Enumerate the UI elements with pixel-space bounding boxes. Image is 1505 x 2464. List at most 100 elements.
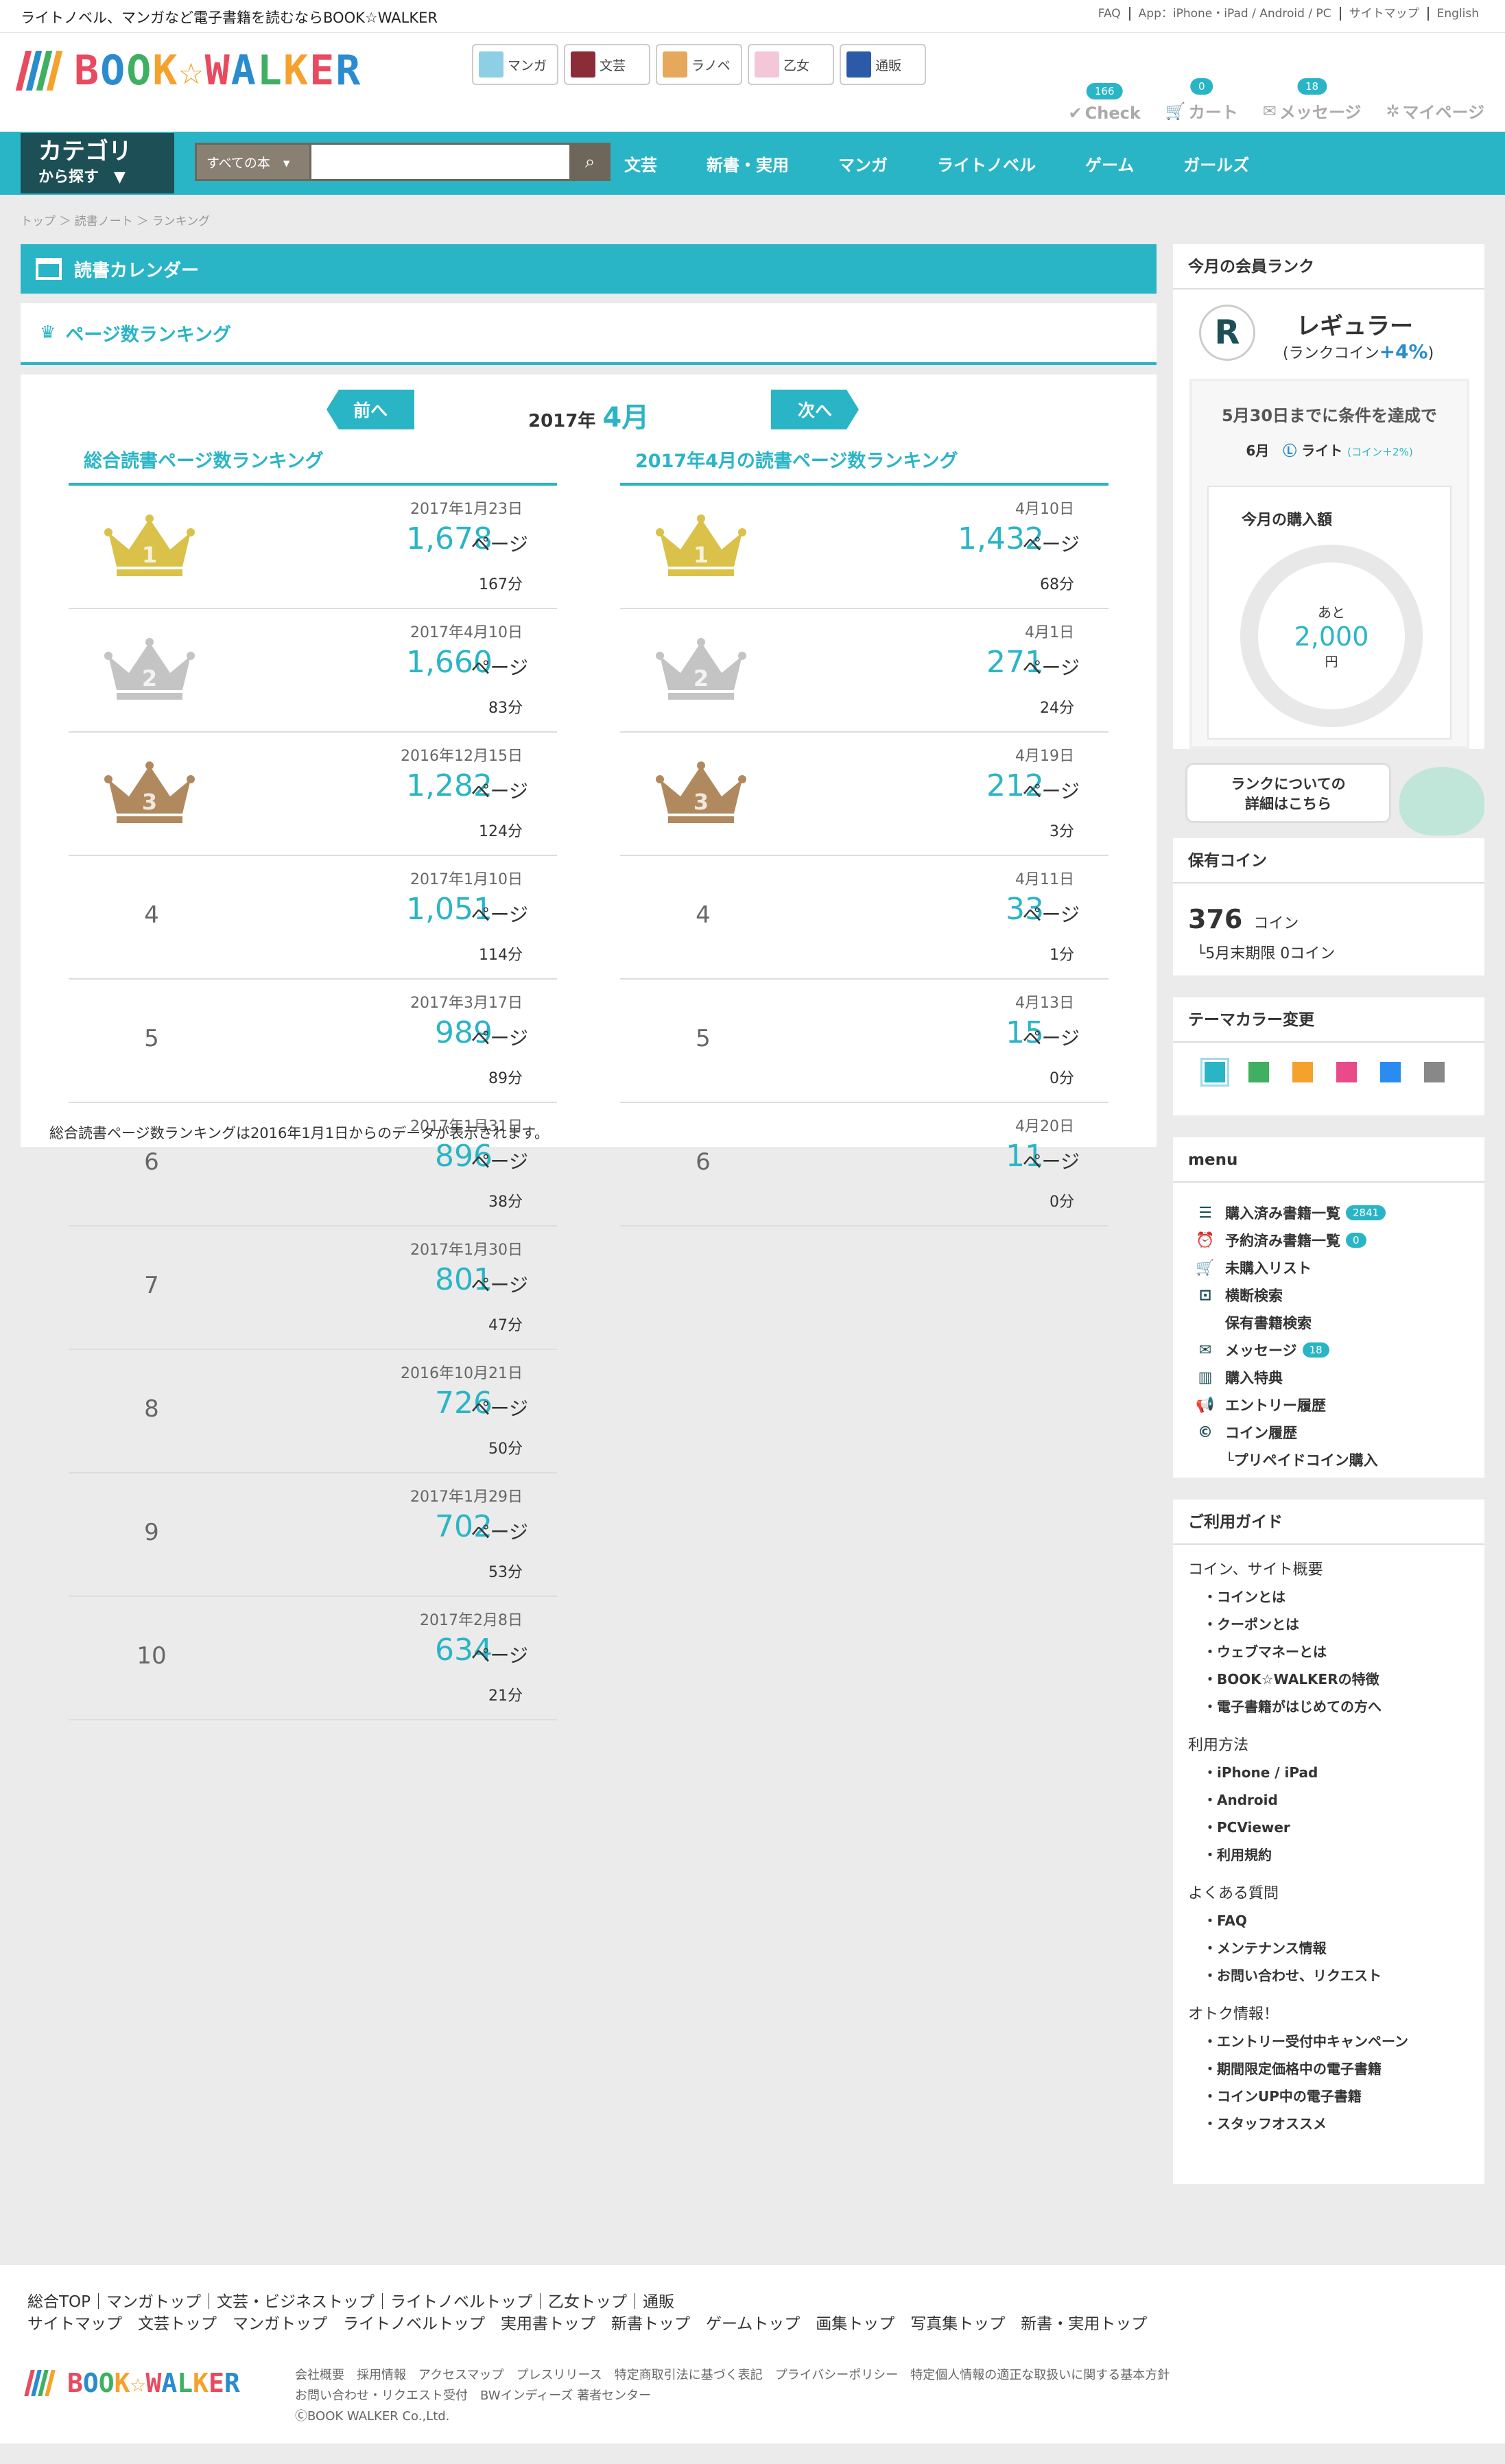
guide-section-heading: コイン、サイト概要: [1188, 1561, 1323, 1578]
nav-item-lightnovel[interactable]: ライトノベル: [937, 152, 1036, 176]
cart-icon: 🛒: [1165, 101, 1186, 121]
nav-item-bungei[interactable]: 文芸: [624, 152, 657, 176]
category-search-button[interactable]: カテゴリ から探す ▼: [21, 133, 174, 193]
menu-item[interactable]: 📢 エントリー履歴: [1173, 1391, 1484, 1419]
sitemap-link[interactable]: サイトマップ: [1339, 7, 1427, 21]
rank-number: 4: [696, 901, 711, 929]
bungei-book-icon: [571, 51, 595, 78]
next-month-button[interactable]: 次へ: [771, 390, 859, 429]
ranking-minutes: 83分: [488, 700, 523, 717]
crown-icon: ♛: [40, 322, 56, 343]
english-link[interactable]: English: [1427, 7, 1487, 21]
page-unit: ページ: [1022, 1150, 1080, 1173]
menu-item-label: 未購入リスト: [1225, 1260, 1312, 1277]
header: BOOK☆WALKER マンガ 文芸 ラノベ 乙女 通販 166 ✔ Check 0…: [0, 33, 1505, 132]
purchase-title: 今月の購入額: [1242, 512, 1333, 529]
total-ranking-column: 総合読書ページ数ランキング 1 2017年1月23日 1,678 ページ 167分 2 20…: [69, 450, 557, 1720]
menu-item[interactable]: ⏰ 予約済み書籍一覧 0: [1173, 1227, 1484, 1254]
search-bar: すべての本 ▾ ⌕: [195, 143, 611, 181]
theme-color-swatch[interactable]: [1248, 1062, 1269, 1082]
category-otome-button[interactable]: 乙女: [748, 44, 834, 85]
rank-coin-bonus: (ランクコイン+4%): [1283, 340, 1434, 363]
footer-links-primary[interactable]: 総合TOP｜マンガトップ｜文芸・ビジネストップ｜ライトノベルトップ｜乙女トップ｜…: [27, 2288, 674, 2312]
footer-logo-bars-icon: [24, 2370, 56, 2396]
category-ranobe-button[interactable]: ラノベ: [656, 44, 742, 85]
page-unit: ページ: [1022, 533, 1080, 556]
footer-contact-links[interactable]: お問い合わせ・リクエスト受付 BWインディーズ 著者センター: [295, 2386, 1170, 2406]
page-unit: ページ: [1022, 1027, 1080, 1050]
theme-color-swatch[interactable]: [1336, 1062, 1357, 1082]
menu-item[interactable]: © コイン履歴: [1173, 1419, 1484, 1446]
nav-item-manga[interactable]: マンガ: [838, 152, 888, 176]
theme-color-swatch[interactable]: [1200, 1058, 1229, 1087]
guide-link[interactable]: ・エントリー受付中キャンペーン: [1173, 2028, 1484, 2055]
footer-logo[interactable]: BOOK☆WALKER: [24, 2368, 240, 2398]
mypage-link[interactable]: ✲ マイページ: [1386, 99, 1484, 123]
theme-color-swatch[interactable]: [1292, 1062, 1313, 1082]
prev-month-button[interactable]: 前へ: [327, 390, 414, 429]
page-unit: ページ: [471, 1397, 528, 1420]
site-logo[interactable]: BOOK☆WALKER: [15, 47, 362, 95]
ranking-date: 2017年1月29日: [410, 1489, 523, 1506]
menu-item[interactable]: 🛒 未購入リスト: [1173, 1254, 1484, 1281]
ranking-minutes: 1分: [1050, 947, 1074, 964]
nav-item-girls[interactable]: ガールズ: [1183, 152, 1249, 176]
check-link[interactable]: 166 ✔ Check: [1069, 83, 1141, 123]
guide-link[interactable]: ・iPhone / iPad: [1173, 1759, 1484, 1786]
rank-crown-icon: 2: [102, 635, 198, 704]
nav-item-game[interactable]: ゲーム: [1085, 152, 1134, 176]
guide-link[interactable]: ・FAQ: [1173, 1907, 1484, 1934]
menu-item[interactable]: └プリペイドコイン購入: [1173, 1446, 1484, 1473]
guide-link[interactable]: ・コインUP中の電子書籍: [1173, 2083, 1484, 2110]
ranking-row: 3 4月19日 212 ページ 3分: [620, 733, 1109, 856]
rank-crown-icon: 2: [653, 635, 749, 704]
faq-link[interactable]: FAQ: [1090, 7, 1129, 21]
ranking-minutes: 38分: [488, 1194, 523, 1211]
menu-item[interactable]: 保有書籍検索: [1173, 1309, 1484, 1336]
guide-link[interactable]: ・ウェブマネーとは: [1173, 1638, 1484, 1666]
check-badge: 166: [1086, 83, 1123, 99]
search-icon[interactable]: ⌕: [569, 143, 611, 181]
guide-link[interactable]: ・お問い合わせ、リクエスト: [1173, 1962, 1484, 1989]
category-tsuhan-button[interactable]: 通販: [840, 44, 926, 85]
guide-link[interactable]: ・電子書籍がはじめての方へ: [1173, 1693, 1484, 1720]
page-unit: ページ: [471, 780, 528, 803]
guide-link[interactable]: ・メンテナンス情報: [1173, 1934, 1484, 1962]
theme-color-swatch[interactable]: [1424, 1062, 1445, 1082]
rank-badge-icon: R: [1199, 305, 1255, 361]
category-bungei-button[interactable]: 文芸: [564, 44, 650, 85]
message-link[interactable]: 18 ✉ メッセージ: [1263, 78, 1361, 123]
ranking-minutes: 0分: [1050, 1070, 1074, 1087]
footer-links-secondary[interactable]: サイトマップ 文芸トップ マンガトップ ライトノベルトップ 実用書トップ 新書ト…: [27, 2310, 1147, 2334]
member-rank-title: 今月の会員ランク: [1173, 244, 1484, 289]
guide-link[interactable]: ・スタッフオススメ: [1173, 2110, 1484, 2137]
guide-link[interactable]: ・BOOK☆WALKERの特徴: [1173, 1666, 1484, 1693]
guide-link[interactable]: ・利用規約: [1173, 1841, 1484, 1869]
category-manga-button[interactable]: マンガ: [472, 44, 558, 85]
copyright: ⒸBOOK WALKER Co.,Ltd.: [295, 2409, 450, 2424]
guide-link[interactable]: ・期間限定価格中の電子書籍: [1173, 2055, 1484, 2083]
search-input[interactable]: [311, 143, 569, 181]
menu-item[interactable]: ⊡ 横断検索: [1173, 1281, 1484, 1309]
menu-item[interactable]: ▥ 購入特典: [1173, 1364, 1484, 1391]
user-nav: 166 ✔ Check 0 🛒 カート 18 ✉ メッセージ ✲ マイページ: [1044, 78, 1484, 123]
theme-color-swatch[interactable]: [1380, 1062, 1401, 1082]
footer-company-links[interactable]: 会社概要 採用情報 アクセスマップ プレスリリース 特定商取引法に基づく表記 プ…: [295, 2365, 1170, 2386]
breadcrumb[interactable]: トップ ＞ 読書ノート ＞ ランキング: [21, 211, 210, 228]
guide-link[interactable]: ・コインとは: [1173, 1583, 1484, 1611]
cart-link[interactable]: 0 🛒 カート: [1165, 78, 1238, 123]
theme-title: テーマカラー変更: [1173, 997, 1484, 1043]
reading-calendar-header[interactable]: 読書カレンダー: [21, 244, 1157, 294]
search-scope-select[interactable]: すべての本 ▾: [195, 143, 311, 181]
rank-number: 7: [144, 1272, 159, 1299]
menu-item[interactable]: ✉ メッセージ 18: [1173, 1336, 1484, 1364]
rank-number: 4: [144, 901, 159, 929]
rank-details-button[interactable]: ランクについての 詳細はこちら: [1185, 763, 1391, 823]
nav-item-shinsho[interactable]: 新書・実用: [707, 152, 789, 176]
guide-link[interactable]: ・クーポンとは: [1173, 1611, 1484, 1638]
menu-item[interactable]: ☰ 購入済み書籍一覧 2841: [1173, 1199, 1484, 1227]
guide-link[interactable]: ・Android: [1173, 1786, 1484, 1814]
app-link[interactable]: App：iPhone・iPad / Android / PC: [1128, 7, 1340, 21]
guide-link[interactable]: ・PCViewer: [1173, 1814, 1484, 1841]
rank-number: 8: [144, 1395, 159, 1423]
